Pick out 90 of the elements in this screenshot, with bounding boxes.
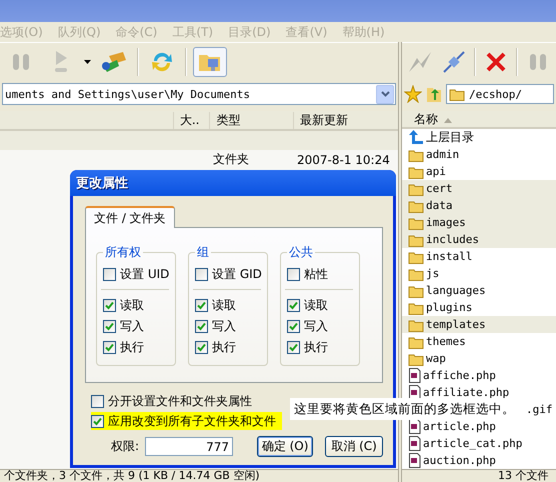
checkbox[interactable] — [287, 340, 300, 354]
folder-icon — [408, 148, 424, 162]
file-row[interactable]: auction.php — [402, 452, 556, 469]
checkbox-label[interactable]: 设置 UID — [120, 266, 170, 282]
checkbox-label[interactable]: 执行 — [120, 338, 144, 356]
file-row[interactable]: languages — [402, 282, 556, 299]
checkbox[interactable] — [195, 320, 208, 332]
checkbox[interactable] — [103, 268, 116, 280]
folder-icon — [449, 87, 465, 101]
file-row[interactable]: includes — [402, 231, 556, 248]
close-icon — [485, 51, 508, 73]
checkbox-label[interactable]: 粘性 — [304, 266, 328, 282]
checkbox-label[interactable]: 执行 — [212, 338, 236, 356]
folder-icon — [408, 284, 424, 298]
dropdown-caret-icon[interactable] — [84, 60, 91, 64]
permission-label: 权限: — [111, 438, 140, 455]
dialog-title: 更改属性 — [70, 170, 396, 196]
permission-field[interactable]: 777 — [145, 437, 234, 456]
file-row[interactable]: themes — [402, 333, 556, 350]
file-row[interactable]: templates — [402, 316, 556, 333]
up-arrow-icon — [408, 130, 424, 145]
refresh-icon — [150, 50, 174, 74]
checkbox[interactable] — [195, 298, 208, 312]
status-text: 13 个文件 — [402, 469, 556, 482]
file-row[interactable]: article_cat.php — [402, 435, 556, 452]
sort-arrow-icon — [444, 118, 452, 122]
php-file-icon — [408, 436, 421, 451]
folder-icon — [408, 266, 424, 280]
pause-icon — [528, 51, 548, 73]
group-title: 所有权 — [104, 244, 142, 261]
checkbox[interactable] — [287, 268, 300, 280]
checkbox[interactable] — [91, 394, 104, 408]
checkbox-label[interactable]: 应用改变到所有子文件夹和文件 — [108, 412, 276, 430]
checkbox-label[interactable]: 读取 — [120, 296, 144, 314]
file-row[interactable]: 上层目录 — [402, 129, 556, 146]
file-row[interactable]: api — [402, 163, 556, 180]
checkbox[interactable] — [195, 268, 208, 280]
checkbox-label[interactable]: 写入 — [212, 318, 236, 334]
php-file-icon — [408, 419, 421, 434]
transfer-icon — [101, 50, 127, 74]
file-row[interactable]: affiche.php — [402, 367, 556, 384]
plug-icon — [442, 50, 466, 74]
dropdown-button[interactable] — [376, 84, 394, 104]
table-cell: 2007-8-1 10:24 — [297, 152, 390, 166]
checkbox-label[interactable]: 分开设置文件和文件夹属性 — [108, 392, 252, 410]
file-row[interactable]: images — [402, 214, 556, 231]
php-file-icon — [408, 385, 421, 400]
ok-button[interactable]: 确定 (O) — [257, 436, 314, 457]
column-heading[interactable]: 名称 — [402, 110, 504, 128]
file-name[interactable]: .gif — [526, 403, 552, 416]
checkbox[interactable] — [103, 320, 116, 332]
column-heading[interactable]: 类型 — [209, 112, 293, 128]
group-title: 组 — [196, 244, 210, 261]
file-row[interactable]: data — [402, 197, 556, 214]
checkbox[interactable] — [91, 414, 104, 428]
file-row[interactable]: wap — [402, 350, 556, 367]
play-icon — [53, 50, 69, 74]
file-row[interactable]: install — [402, 248, 556, 265]
checkbox-label[interactable]: 写入 — [120, 318, 144, 334]
path-field[interactable]: /ecshop/ — [446, 84, 554, 104]
path-field[interactable]: uments and Settings\user\My Documents — [2, 83, 396, 105]
cancel-button[interactable]: 取消 (C) — [325, 436, 383, 457]
checkbox-label[interactable]: 设置 GID — [212, 266, 262, 282]
file-row[interactable]: admin — [402, 146, 556, 163]
checkbox-label[interactable]: 执行 — [304, 338, 328, 356]
folder-icon — [408, 352, 424, 366]
checkbox[interactable] — [195, 340, 208, 354]
folder-icon — [408, 318, 424, 332]
checkbox-label[interactable]: 写入 — [304, 318, 328, 334]
php-file-icon — [408, 368, 421, 383]
checkbox[interactable] — [287, 320, 300, 332]
lightning-icon — [407, 50, 434, 74]
table-cell-text: 文件夹 — [213, 151, 250, 168]
column-heading[interactable]: 大.. — [172, 112, 210, 128]
chevron-down-icon — [380, 91, 390, 97]
file-row[interactable]: js — [402, 265, 556, 282]
star-icon[interactable] — [404, 85, 422, 103]
checkbox-label[interactable]: 读取 — [212, 296, 236, 314]
checkbox[interactable] — [103, 340, 116, 354]
status-text: 个文件夹，3 个文件，共 9 (1 KB / 14.74 GB 空闲) — [0, 469, 398, 482]
group-title: 公共 — [288, 244, 314, 261]
checkbox-label[interactable]: 读取 — [304, 296, 328, 314]
folder-up-icon[interactable] — [426, 85, 442, 103]
checkbox[interactable] — [103, 298, 116, 312]
pause-icon — [11, 51, 31, 73]
checkbox[interactable] — [287, 298, 300, 312]
file-row[interactable]: plugins — [402, 299, 556, 316]
file-row[interactable]: cert — [402, 180, 556, 197]
tab[interactable]: 文件 / 文件夹 — [85, 206, 175, 228]
folder-network-button[interactable] — [193, 47, 227, 77]
